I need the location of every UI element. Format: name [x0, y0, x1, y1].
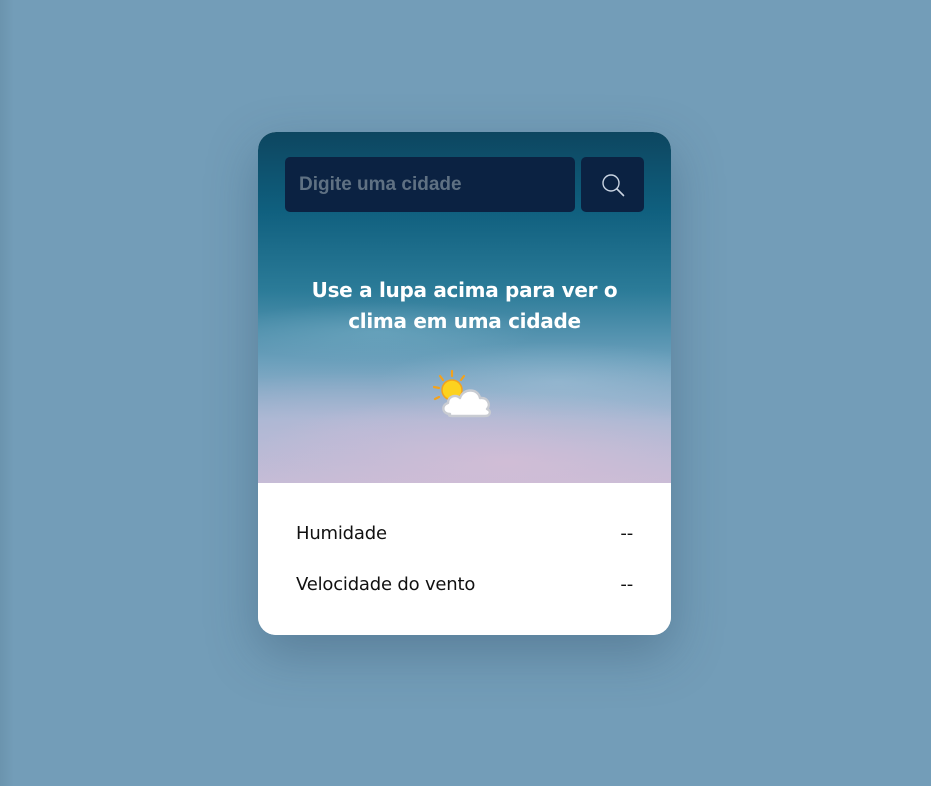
sun-behind-cloud-icon: [432, 369, 492, 418]
page-edge-shadow: [0, 0, 14, 786]
search-button[interactable]: [581, 157, 644, 212]
wind-speed-value: --: [620, 574, 633, 595]
weather-card: Use a lupa acima para ver o clima em uma…: [258, 132, 671, 635]
wind-speed-row: Velocidade do vento --: [296, 574, 633, 595]
sky-background: Use a lupa acima para ver o clima em uma…: [258, 132, 671, 483]
search-icon: [601, 173, 624, 196]
humidity-row: Humidade --: [296, 523, 633, 544]
humidity-value: --: [620, 523, 633, 544]
wind-speed-label: Velocidade do vento: [296, 574, 476, 595]
instruction-message: Use a lupa acima para ver o clima em uma…: [311, 278, 618, 333]
city-search-input[interactable]: [285, 157, 575, 212]
humidity-label: Humidade: [296, 523, 387, 544]
details-panel: Humidade -- Velocidade do vento --: [258, 483, 671, 635]
